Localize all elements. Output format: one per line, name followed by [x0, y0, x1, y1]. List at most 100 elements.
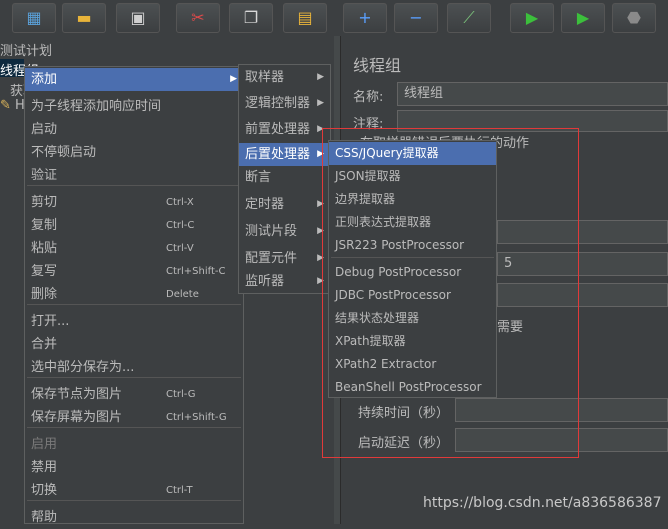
context-menu-item[interactable]: 保存节点为图片 Ctrl-G	[25, 383, 243, 406]
post-processor-item[interactable]: Debug PostProcessor	[329, 261, 496, 284]
context-menu-item[interactable]: 启用	[25, 433, 243, 456]
context-menu-item[interactable]: 添加 ▶	[25, 68, 243, 91]
context-menu-item[interactable]: 删除 Delete	[25, 283, 243, 306]
copy-button[interactable]: ❐	[229, 3, 273, 33]
loop-field[interactable]	[497, 283, 668, 307]
context-menu-item[interactable]: 打开...	[25, 310, 243, 333]
menu-item-label: 测试片段	[245, 224, 298, 239]
context-menu-item[interactable]: 禁用	[25, 456, 243, 479]
context-menu-item[interactable]: 帮助	[25, 506, 243, 529]
menu-item-shortcut: Delete	[166, 289, 199, 300]
menu-item-shortcut: Ctrl-C	[166, 220, 195, 231]
add-submenu-item[interactable]: 取样器 ▶	[239, 66, 330, 89]
menu-item-label: XPath提取器	[335, 334, 406, 348]
submenu-arrow-icon: ▶	[317, 149, 324, 159]
submenu-arrow-icon: ▶	[317, 226, 324, 236]
open-button[interactable]: ▬	[62, 3, 106, 33]
menu-item-label: XPath2 Extractor	[335, 357, 437, 371]
tree-item-test-plan[interactable]: 测试计划	[0, 40, 52, 59]
submenu-arrow-icon: ▶	[317, 199, 324, 209]
stop-button[interactable]: ⬣	[612, 3, 656, 33]
menu-item-label: 后置处理器	[245, 147, 311, 162]
menu-separator	[331, 257, 494, 258]
post-processor-item[interactable]: CSS/JQuery提取器	[329, 142, 496, 165]
collapse-button[interactable]: −	[394, 3, 438, 33]
menu-item-label: 定时器	[245, 197, 285, 212]
name-field[interactable]: 线程组	[397, 82, 668, 106]
menu-item-label: 启动	[31, 122, 58, 137]
toggle-button[interactable]: ⟋	[447, 3, 491, 33]
context-menu-item[interactable]: 复写 Ctrl+Shift-C	[25, 260, 243, 283]
add-submenu-item[interactable]: 断言	[239, 166, 330, 189]
menu-item-label: 验证	[31, 168, 58, 183]
start-no-pause-button[interactable]: ▶	[561, 3, 605, 33]
comment-label: 注释:	[353, 117, 384, 132]
add-submenu-item[interactable]: 后置处理器 ▶	[239, 143, 330, 166]
comment-field[interactable]	[397, 110, 668, 132]
menu-item-label: 复写	[31, 264, 58, 279]
menu-item-label: 前置处理器	[245, 122, 311, 137]
submenu-arrow-icon: ▶	[230, 74, 237, 84]
menu-item-label: 逻辑控制器	[245, 96, 311, 111]
add-submenu-item[interactable]: 监听器 ▶	[239, 270, 330, 293]
cut-button[interactable]: ✂	[176, 3, 220, 33]
context-menu-item[interactable]: 验证	[25, 164, 243, 187]
menu-item-label: 打开...	[31, 314, 70, 329]
context-menu-item[interactable]: 粘贴 Ctrl-V	[25, 237, 243, 260]
threads-field[interactable]	[497, 220, 668, 244]
save-button[interactable]: ▣	[116, 3, 160, 33]
menu-item-shortcut: Ctrl+Shift-C	[166, 266, 226, 277]
post-processor-item[interactable]: JSON提取器	[329, 165, 496, 188]
menu-item-label: 监听器	[245, 274, 285, 289]
post-processor-submenu: CSS/JQuery提取器 JSON提取器边界提取器正则表达式提取器 JSR223 …	[328, 140, 497, 398]
post-processor-item[interactable]: BeanShell PostProcessor	[329, 376, 496, 399]
menu-item-label: 正则表达式提取器	[335, 215, 432, 229]
add-submenu: 取样器 ▶ 逻辑控制器 ▶ 前置处理器 ▶ 后置处理器 ▶ 断言 定时器 ▶ 测试片段 ▶ 配置元件 ▶ 监听…	[238, 64, 331, 294]
collapse-icon: −	[409, 8, 423, 27]
context-menu-item[interactable]: 选中部分保存为...	[25, 356, 243, 379]
templates-icon: ▦	[26, 8, 42, 27]
add-submenu-item[interactable]: 配置元件 ▶	[239, 247, 330, 270]
submenu-arrow-icon: ▶	[317, 72, 324, 82]
add-submenu-item[interactable]: 逻辑控制器 ▶	[239, 92, 330, 115]
delay-field[interactable]	[455, 428, 668, 452]
add-submenu-item[interactable]: 定时器 ▶	[239, 193, 330, 216]
context-menu-item[interactable]: 切换 Ctrl-T	[25, 479, 243, 502]
context-menu-item[interactable]: 不停顿启动	[25, 141, 243, 164]
post-processor-item[interactable]: JSR223 PostProcessor	[329, 234, 496, 257]
menu-item-label: 边界提取器	[335, 192, 396, 206]
menu-item-shortcut: Ctrl-G	[166, 389, 196, 400]
need-label: 需要	[497, 320, 524, 335]
post-processor-item[interactable]: 边界提取器	[329, 188, 496, 211]
paste-button[interactable]: ▤	[283, 3, 327, 33]
duration-field[interactable]	[455, 398, 668, 422]
duration-label: 持续时间（秒）	[358, 406, 450, 421]
submenu-arrow-icon: ▶	[317, 253, 324, 263]
context-menu-item[interactable]: 复制 Ctrl-C	[25, 214, 243, 237]
post-processor-item[interactable]: XPath提取器	[329, 330, 496, 353]
menu-item-label: Debug PostProcessor	[335, 265, 462, 279]
add-submenu-item[interactable]: 测试片段 ▶	[239, 220, 330, 243]
panel-title: 线程组	[353, 56, 402, 75]
post-processor-item[interactable]: 正则表达式提取器	[329, 211, 496, 234]
context-menu-item[interactable]: 为子线程添加响应时间	[25, 95, 243, 118]
menu-item-label: 配置元件	[245, 251, 298, 266]
post-processor-item[interactable]: JDBC PostProcessor	[329, 284, 496, 307]
menu-item-label: 保存节点为图片	[31, 387, 123, 402]
tree-item-child-2[interactable]: ✎ H	[0, 98, 25, 113]
expand-button[interactable]: +	[343, 3, 387, 33]
toggle-icon: ⟋	[463, 8, 475, 27]
menu-item-label: 保存屏幕为图片	[31, 410, 123, 425]
templates-button[interactable]: ▦	[12, 3, 56, 33]
ramp-field[interactable]: 5	[497, 252, 668, 276]
add-submenu-item[interactable]: 前置处理器 ▶	[239, 118, 330, 141]
context-menu-item[interactable]: 启动	[25, 118, 243, 141]
context-menu-item[interactable]: 保存屏幕为图片 Ctrl+Shift-G	[25, 406, 243, 429]
start-button[interactable]: ▶	[510, 3, 554, 33]
name-label: 名称:	[353, 90, 384, 105]
post-processor-item[interactable]: 结果状态处理器	[329, 307, 496, 330]
post-processor-item[interactable]: XPath2 Extractor	[329, 353, 496, 376]
start-no-pause-icon: ▶	[576, 8, 590, 27]
context-menu-item[interactable]: 剪切 Ctrl-X	[25, 191, 243, 214]
context-menu-item[interactable]: 合并	[25, 333, 243, 356]
